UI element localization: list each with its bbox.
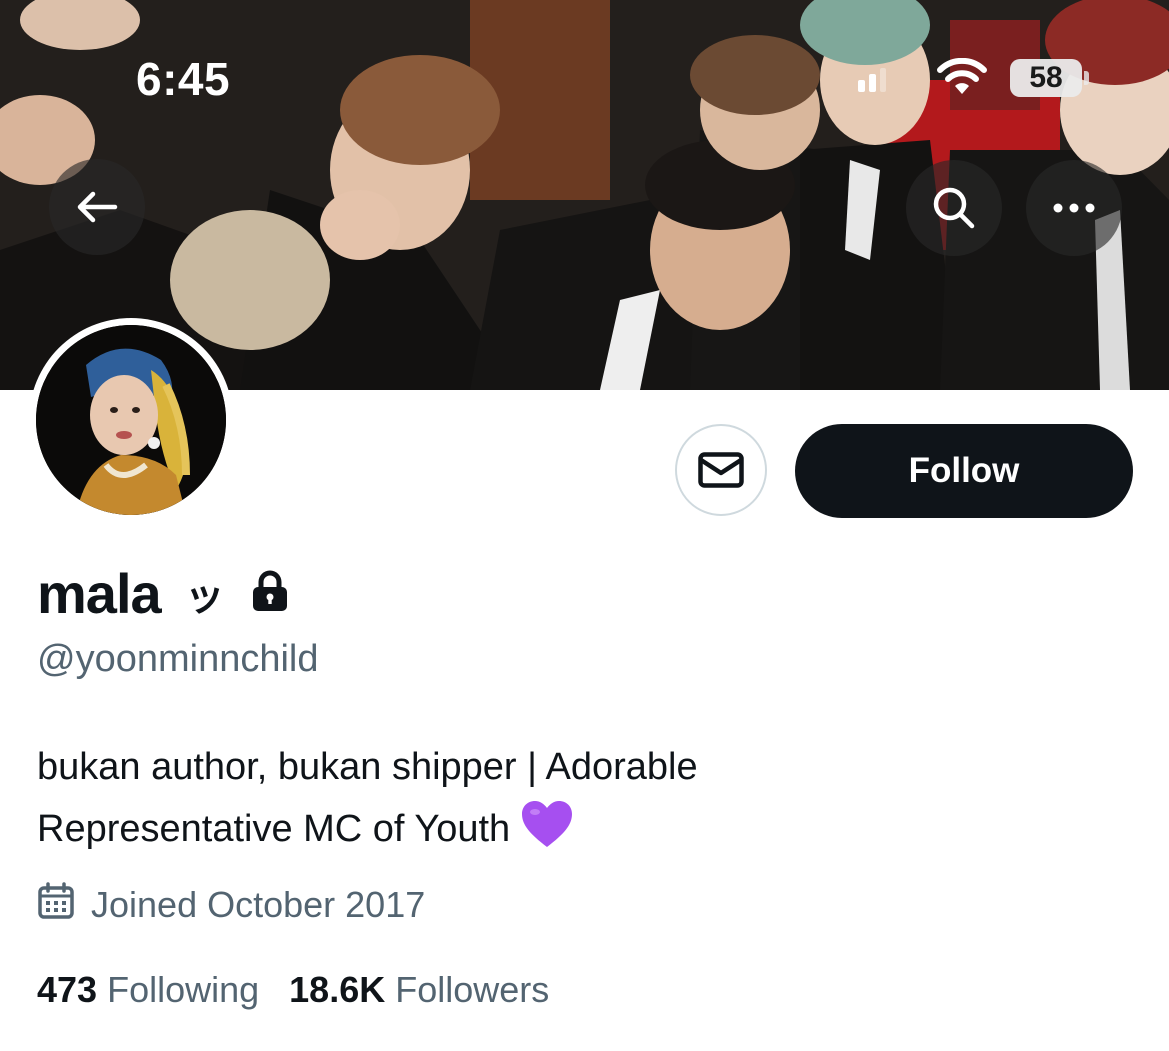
back-button[interactable] xyxy=(49,159,145,255)
bio-line-2: Representative MC of Youth xyxy=(37,808,511,850)
ellipsis-icon xyxy=(1053,203,1095,213)
follow-button[interactable]: Follow xyxy=(795,424,1133,518)
joined-date-row: Joined October 2017 xyxy=(37,880,425,930)
following-label: Following xyxy=(107,969,260,1010)
bio-line-2-wrap: Representative MC of Youth xyxy=(37,798,937,868)
display-name: mala xyxy=(37,561,162,625)
purple-heart-icon xyxy=(520,799,574,868)
bio-line-1: bukan author, bukan shipper | Adorable xyxy=(37,746,698,788)
battery-cap xyxy=(1084,71,1089,85)
wifi-icon xyxy=(937,58,987,94)
profile-bio: bukan author, bukan shipper | Adorable R… xyxy=(37,736,937,868)
arrow-left-icon xyxy=(77,191,118,223)
search-button[interactable] xyxy=(906,160,1002,256)
profile-avatar[interactable] xyxy=(29,318,233,522)
lock-icon xyxy=(251,570,289,617)
message-button[interactable] xyxy=(675,424,767,516)
avatar-image xyxy=(36,325,226,515)
joined-date: Joined October 2017 xyxy=(91,884,426,925)
profile-name-row: mala ッ xyxy=(37,558,289,628)
calendar-icon xyxy=(37,881,75,929)
cellular-signal-icon xyxy=(858,68,886,92)
following-stat[interactable]: 473 Following xyxy=(37,969,259,1011)
envelope-icon xyxy=(698,452,744,488)
followers-label: Followers xyxy=(395,969,550,1010)
status-time: 6:45 xyxy=(136,53,231,105)
following-count: 473 xyxy=(37,969,98,1010)
followers-count: 18.6K xyxy=(289,969,386,1010)
followers-stat[interactable]: 18.6K Followers xyxy=(289,969,549,1011)
follow-stats: 473 Following 18.6K Followers xyxy=(37,964,579,1016)
battery-indicator: 58 xyxy=(1010,59,1082,97)
search-icon xyxy=(933,187,975,229)
more-options-button[interactable] xyxy=(1026,160,1122,256)
name-symbol: ッ xyxy=(184,575,225,619)
username-handle: @yoonminnchild xyxy=(37,638,319,680)
